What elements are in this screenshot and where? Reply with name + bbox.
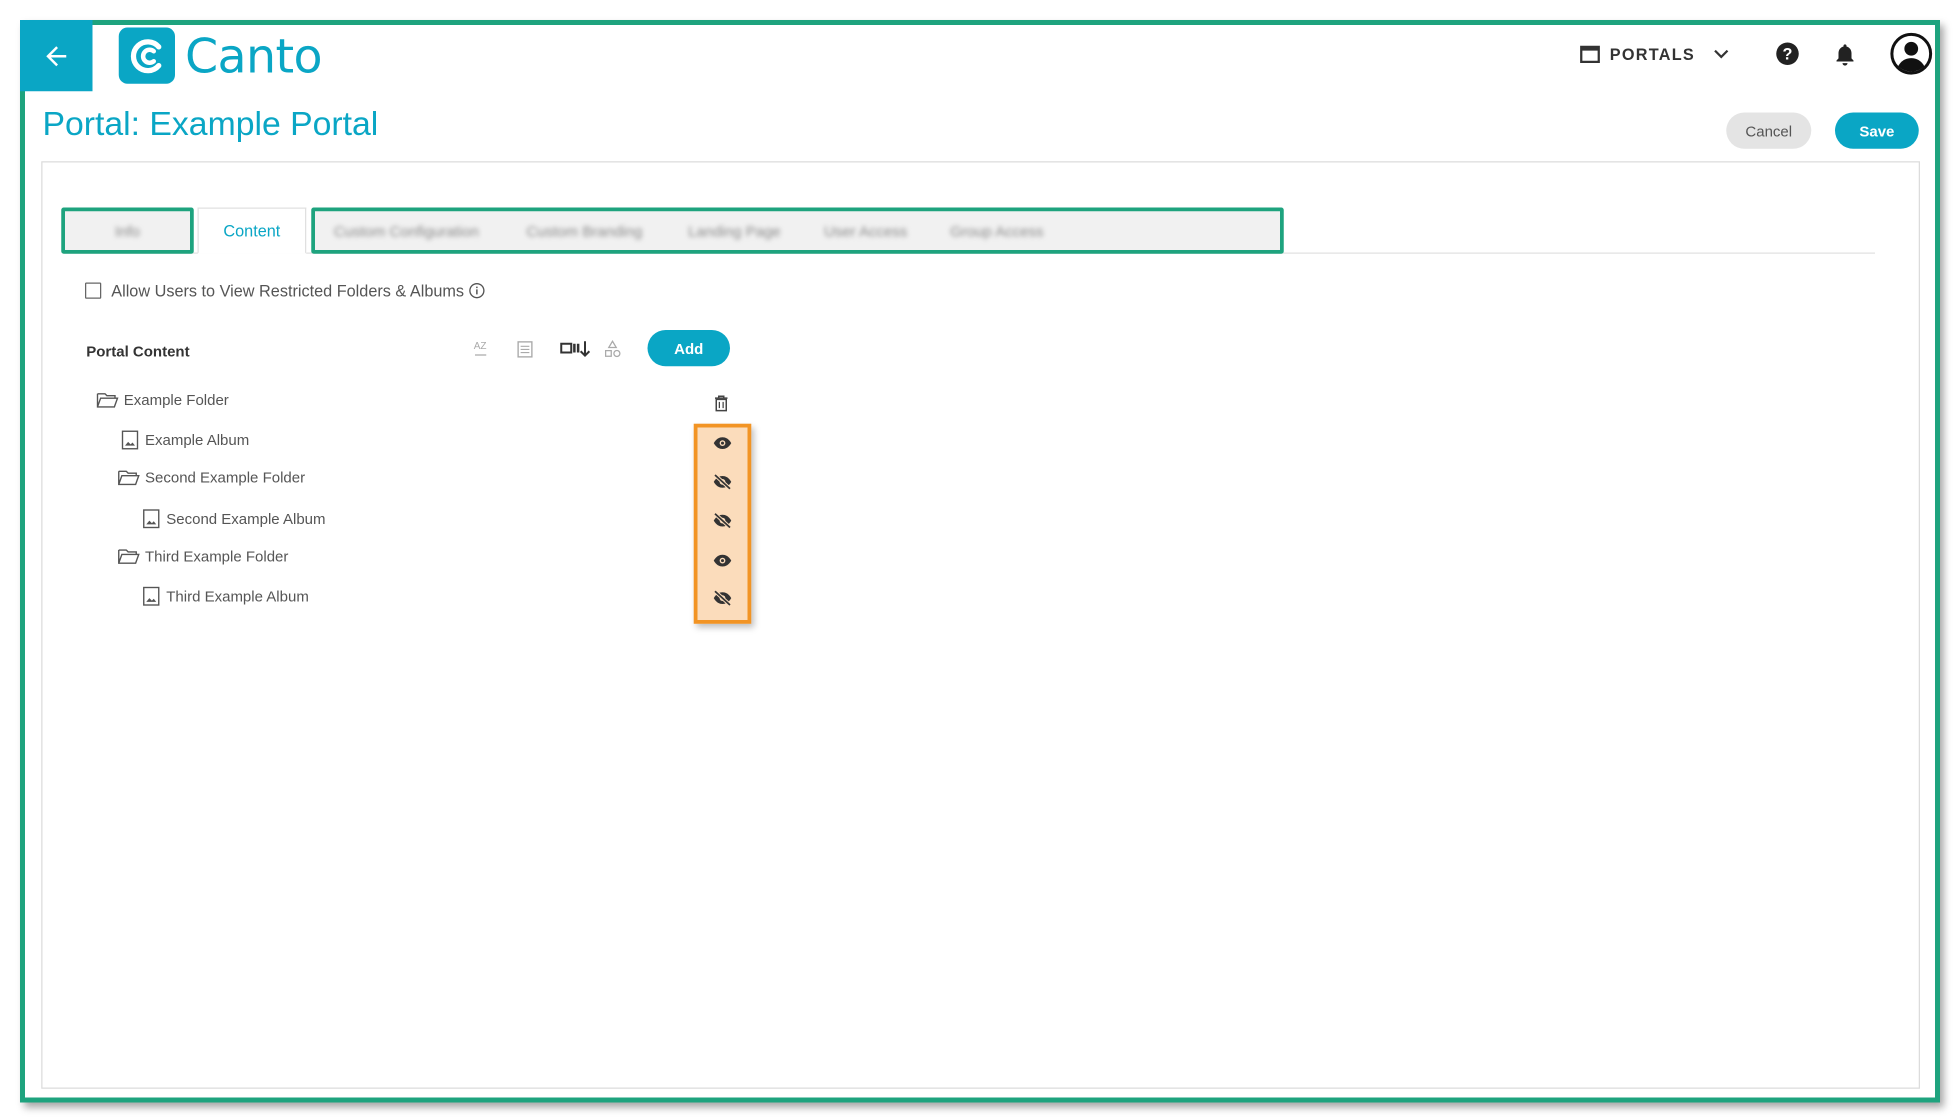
canto-logo[interactable]: Canto xyxy=(118,27,323,84)
eye-off-icon xyxy=(713,511,732,529)
folder-open-icon xyxy=(118,470,140,486)
sort-order-button[interactable] xyxy=(560,339,593,359)
restricted-label: Allow Users to View Restricted Folders &… xyxy=(111,281,465,300)
portal-editor-card xyxy=(41,161,1920,1089)
user-avatar-button[interactable] xyxy=(1890,32,1933,76)
album-icon xyxy=(143,586,160,606)
avatar-icon xyxy=(1890,32,1933,75)
notifications-button[interactable] xyxy=(1835,42,1855,66)
visibility-toggle[interactable] xyxy=(711,551,734,569)
calendar-icon xyxy=(517,341,533,358)
tree-item-label: Example Album xyxy=(145,431,250,449)
sort-date-button[interactable] xyxy=(516,339,534,359)
app-stage: Canto PORTALS ? Portal: Example Portal C… xyxy=(0,0,1960,1120)
sort-descending-icon xyxy=(560,341,591,358)
tree-item-folder[interactable]: Example Folder xyxy=(96,391,229,409)
back-button[interactable] xyxy=(20,20,93,92)
tab-landing-page[interactable]: Landing Page xyxy=(675,208,794,254)
logo-text: Canto xyxy=(185,28,323,84)
tree-item-album[interactable]: Example Album xyxy=(120,430,249,450)
tab-user-access[interactable]: User Access xyxy=(813,208,919,254)
eye-off-icon xyxy=(713,589,732,606)
folder-open-icon xyxy=(96,393,119,408)
delete-button[interactable] xyxy=(713,394,731,419)
visibility-toggle[interactable] xyxy=(711,473,734,491)
bell-icon xyxy=(1836,43,1854,65)
tree-item-folder[interactable]: Second Example Folder xyxy=(118,468,306,487)
canto-logo-mark-icon xyxy=(118,27,175,84)
tree-item-label: Third Example Folder xyxy=(145,547,289,566)
visibility-toggle[interactable] xyxy=(711,434,734,452)
tree-item-label: Third Example Album xyxy=(166,587,309,606)
visibility-toggle[interactable] xyxy=(711,511,734,529)
svg-text:AZ: AZ xyxy=(474,341,487,352)
header-actions: PORTALS ? xyxy=(1579,32,1933,76)
shapes-icon xyxy=(605,340,621,358)
tree-item-folder[interactable]: Third Example Folder xyxy=(118,547,289,566)
restricted-option: Allow Users to View Restricted Folders &… xyxy=(85,281,485,300)
tab-group-access[interactable]: Group Access xyxy=(938,208,1057,254)
portals-label: PORTALS xyxy=(1609,44,1695,64)
help-icon: ? xyxy=(1776,42,1799,65)
tree-item-album[interactable]: Third Example Album xyxy=(141,586,309,606)
tree-item-label: Example Folder xyxy=(123,391,229,409)
view-toggle-button[interactable] xyxy=(604,339,622,359)
page-title: Portal: Example Portal xyxy=(42,105,379,143)
sort-az-icon: AZ xyxy=(474,341,487,356)
trash-icon xyxy=(715,395,728,412)
tree-item-album[interactable]: Second Example Album xyxy=(141,509,326,529)
svg-text:?: ? xyxy=(1783,46,1793,64)
cancel-button[interactable]: Cancel xyxy=(1726,112,1812,149)
window-icon xyxy=(1579,45,1600,63)
portals-dropdown[interactable]: PORTALS xyxy=(1579,44,1730,64)
tab-content[interactable]: Content xyxy=(197,207,307,254)
add-content-button[interactable]: Add xyxy=(647,330,730,367)
sort-az-button[interactable]: AZ xyxy=(473,339,493,362)
info-icon[interactable] xyxy=(469,282,485,299)
tab-custom-branding[interactable]: Custom Branding xyxy=(513,208,657,254)
tab-info[interactable]: Info xyxy=(65,208,190,254)
arrow-left-icon xyxy=(46,45,67,66)
restricted-checkbox[interactable] xyxy=(85,282,102,299)
chevron-down-icon xyxy=(1714,49,1729,59)
tree-item-label: Second Example Album xyxy=(166,510,326,528)
visibility-toggle[interactable] xyxy=(711,589,734,607)
help-button[interactable]: ? xyxy=(1775,41,1800,66)
portal-content-heading: Portal Content xyxy=(86,342,190,361)
save-button[interactable]: Save xyxy=(1835,112,1919,149)
eye-off-icon xyxy=(713,473,732,490)
eye-icon xyxy=(713,554,732,566)
album-icon xyxy=(121,430,139,450)
tree-item-label: Second Example Folder xyxy=(145,468,306,487)
album-icon xyxy=(143,509,160,529)
tab-custom-configuration[interactable]: Custom Configuration xyxy=(319,208,494,254)
eye-icon xyxy=(713,436,732,449)
folder-open-icon xyxy=(118,549,140,564)
